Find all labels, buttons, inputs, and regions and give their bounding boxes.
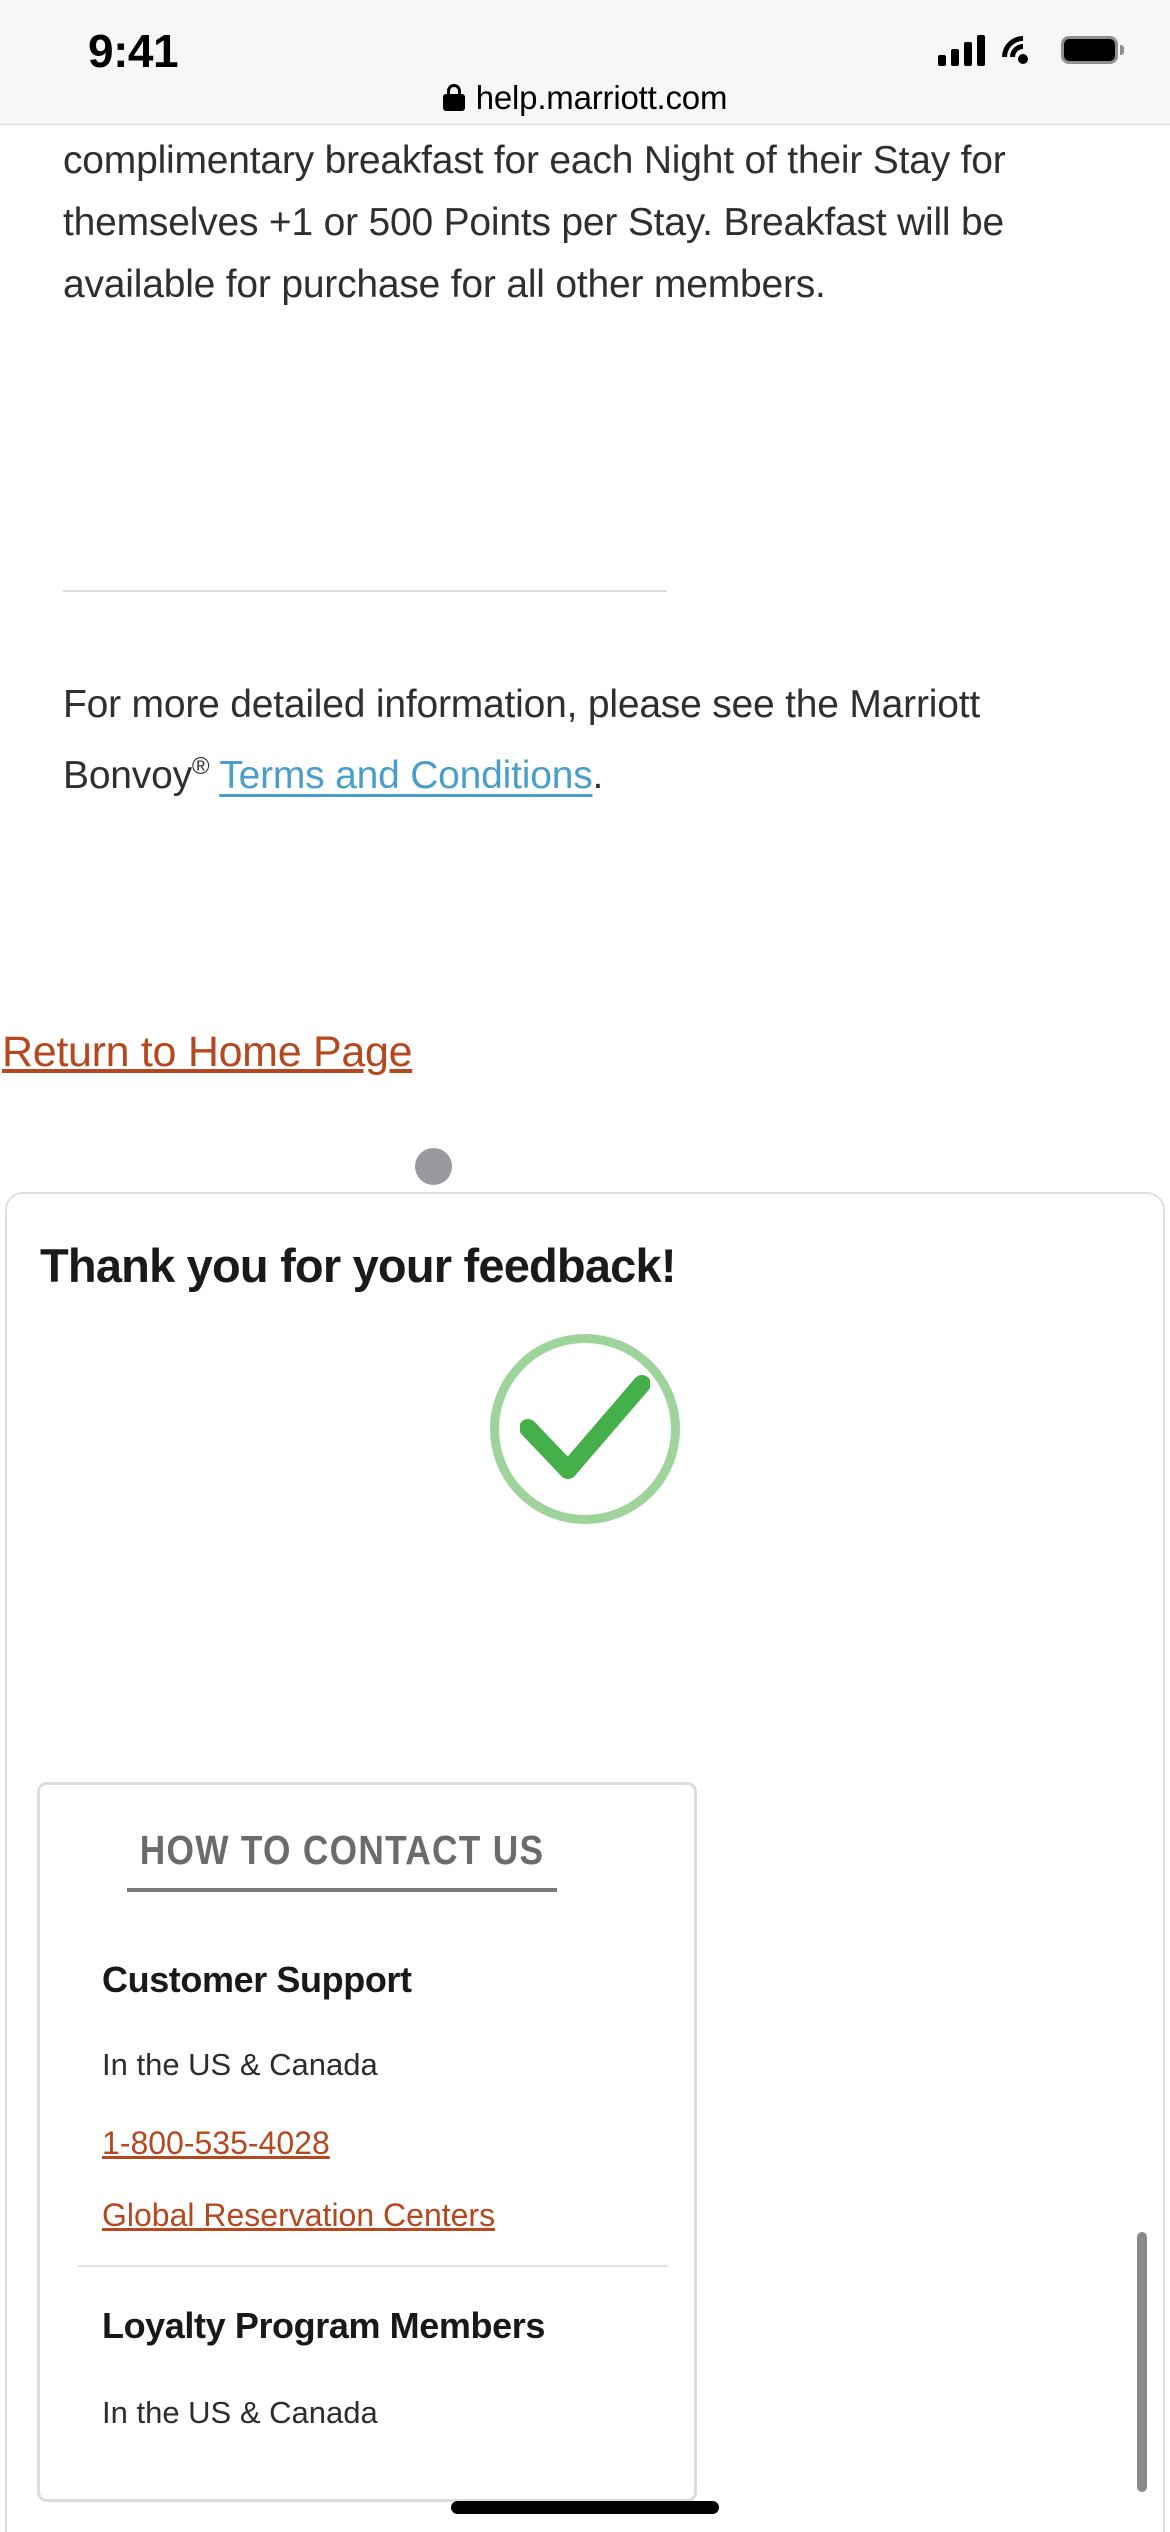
battery-icon — [1061, 36, 1124, 64]
how-to-contact-us-card: HOW TO CONTACT US Customer Support In th… — [37, 1782, 697, 2502]
loyalty-program-region: In the US & Canada — [102, 2395, 378, 2430]
terms-and-conditions-link[interactable]: Terms and Conditions — [219, 754, 592, 797]
return-to-home-page-link[interactable]: Return to Home Page — [2, 1028, 413, 1077]
sheet-scrollbar[interactable] — [1137, 2232, 1147, 2492]
cellular-bars-icon — [938, 34, 985, 66]
drag-handle[interactable] — [415, 1148, 452, 1185]
contact-card-divider — [78, 2265, 668, 2267]
address-bar-url: help.marriott.com — [475, 78, 728, 116]
loyalty-program-members-heading: Loyalty Program Members — [102, 2305, 545, 2346]
feedback-bottom-sheet: Thank you for your feedback! HOW TO CONT… — [5, 1192, 1165, 2532]
more-information-paragraph: For more detailed information, please se… — [63, 674, 1073, 807]
home-indicator[interactable] — [451, 2501, 719, 2514]
phone-screen: 9:41 help.marriott.com complimentary bre… — [0, 0, 1170, 2532]
global-reservation-centers-link[interactable]: Global Reservation Centers — [102, 2197, 495, 2234]
wifi-icon — [993, 27, 1053, 87]
paragraph-period: . — [592, 754, 604, 797]
customer-support-phone-link[interactable]: 1-800-535-4028 — [102, 2125, 330, 2162]
contact-card-heading: HOW TO CONTACT US — [127, 1827, 557, 1892]
checkmark-glyph — [520, 1375, 650, 1479]
browser-address-bar[interactable]: help.marriott.com — [0, 70, 1170, 125]
green-check-circle-icon — [490, 1334, 680, 1524]
customer-support-heading: Customer Support — [102, 1959, 412, 2000]
feedback-thank-you-title: Thank you for your feedback! — [40, 1239, 677, 1292]
customer-support-region: In the US & Canada — [102, 2047, 378, 2082]
lock-icon — [442, 84, 465, 111]
breakfast-benefit-paragraph: complimentary breakfast for each Night o… — [63, 139, 1006, 306]
registered-trademark-symbol: ® — [191, 753, 210, 780]
content-divider — [63, 590, 667, 592]
status-bar-indicators — [938, 27, 1124, 87]
